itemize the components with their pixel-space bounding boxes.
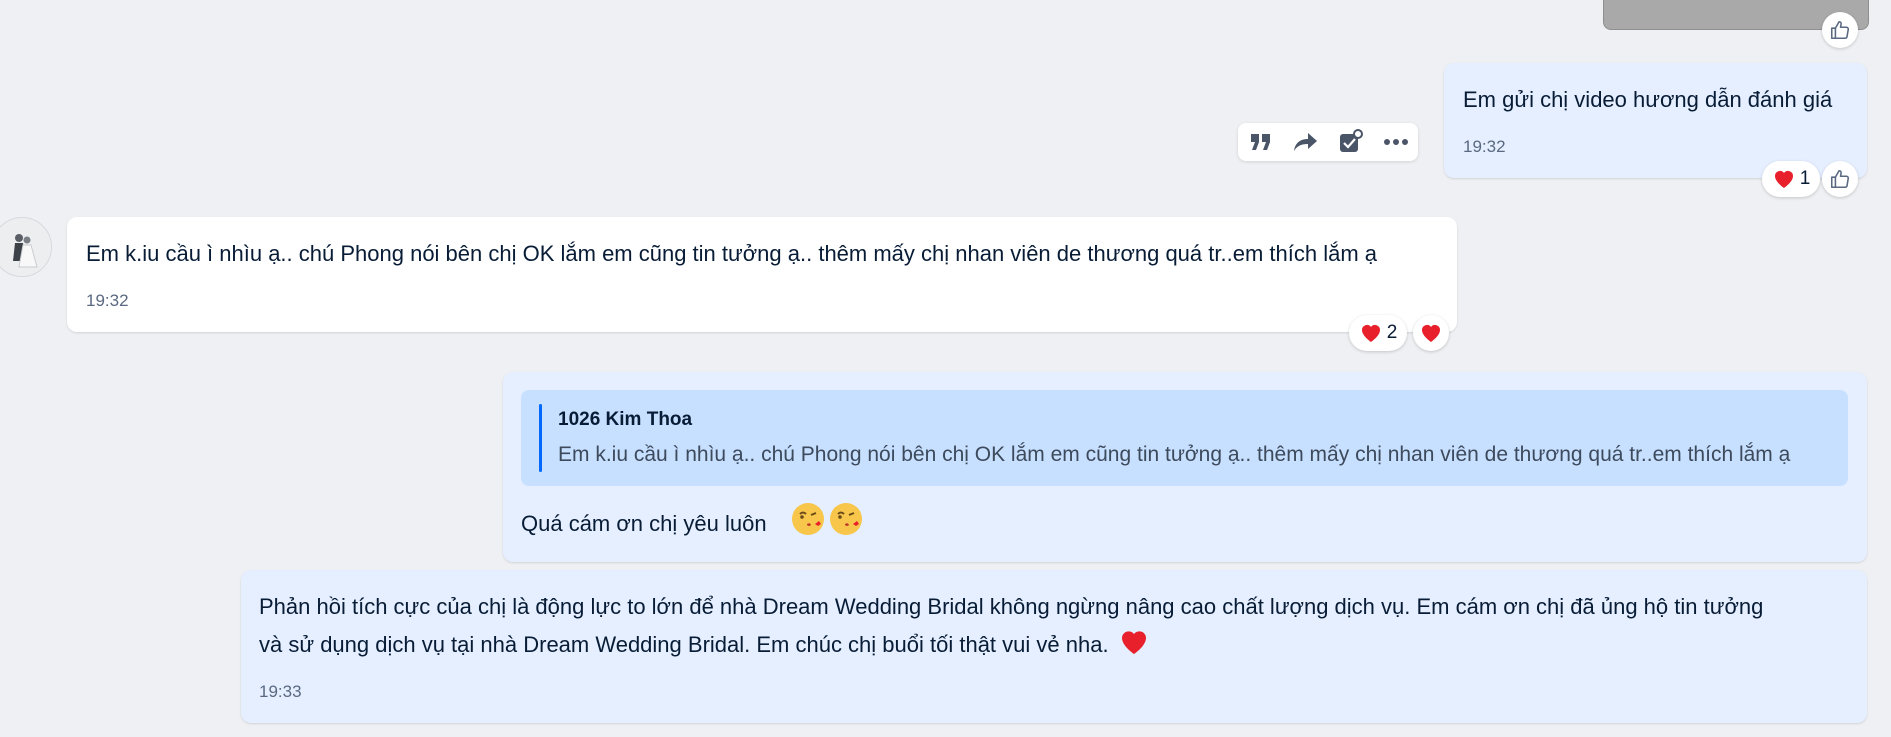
quote-text: Em k.iu cầu ì nhìu ạ.. chú Phong nói bên… bbox=[558, 443, 1791, 466]
more-icon bbox=[1383, 139, 1408, 145]
message-time: 19:32 bbox=[86, 291, 129, 310]
heart-icon bbox=[1422, 325, 1440, 342]
more-options-button[interactable] bbox=[1378, 124, 1414, 160]
kissing-face-icon bbox=[829, 502, 863, 541]
heart-icon bbox=[1121, 631, 1146, 654]
quoted-message[interactable] bbox=[521, 390, 1848, 486]
message-text-line-2-text: và sử dụng dịch vụ tại nhà Dream Wedding… bbox=[259, 632, 1109, 657]
thumbs-up-icon bbox=[1830, 20, 1850, 40]
message-text: Quá cám ơn chị yêu luôn bbox=[521, 511, 767, 536]
message-text: Em k.iu cầu ì nhìu ạ.. chú Phong nói bên… bbox=[86, 241, 1377, 266]
message-text: Em gửi chị video hương dẫn đánh giá bbox=[1463, 87, 1833, 112]
heart-icon bbox=[1361, 325, 1380, 342]
message-time: 19:33 bbox=[259, 682, 302, 701]
quote-author: 1026 Kim Thoa bbox=[558, 409, 693, 430]
avatar[interactable] bbox=[0, 217, 52, 277]
add-task-button[interactable] bbox=[1333, 124, 1369, 160]
message-time: 19:32 bbox=[1463, 137, 1506, 156]
quote-icon bbox=[1250, 134, 1270, 150]
message-text-line-2: và sử dụng dịch vụ tại nhà Dream Wedding… bbox=[259, 626, 1151, 664]
message-text-line-1: Phản hồi tích cực của chị là động lực to… bbox=[259, 594, 1764, 619]
quote-button[interactable] bbox=[1243, 124, 1279, 160]
reaction-count: 2 bbox=[1386, 322, 1398, 343]
react-heart-button[interactable] bbox=[1413, 315, 1449, 351]
message-actions-toolbar bbox=[1238, 123, 1418, 161]
like-button[interactable] bbox=[1822, 161, 1858, 197]
forward-button[interactable] bbox=[1288, 124, 1324, 160]
thumbs-up-icon bbox=[1830, 169, 1850, 189]
kissing-face-icon bbox=[791, 502, 825, 541]
reaction-heart[interactable]: 1 bbox=[1762, 161, 1820, 197]
reaction-count: 1 bbox=[1799, 168, 1811, 189]
quote-bar bbox=[539, 404, 542, 472]
forward-icon bbox=[1293, 133, 1317, 151]
heart-icon bbox=[1774, 171, 1793, 188]
like-button[interactable] bbox=[1822, 12, 1858, 48]
wedding-couple-image bbox=[0, 218, 51, 276]
task-icon bbox=[1339, 129, 1363, 152]
reaction-heart[interactable]: 2 bbox=[1349, 315, 1407, 351]
